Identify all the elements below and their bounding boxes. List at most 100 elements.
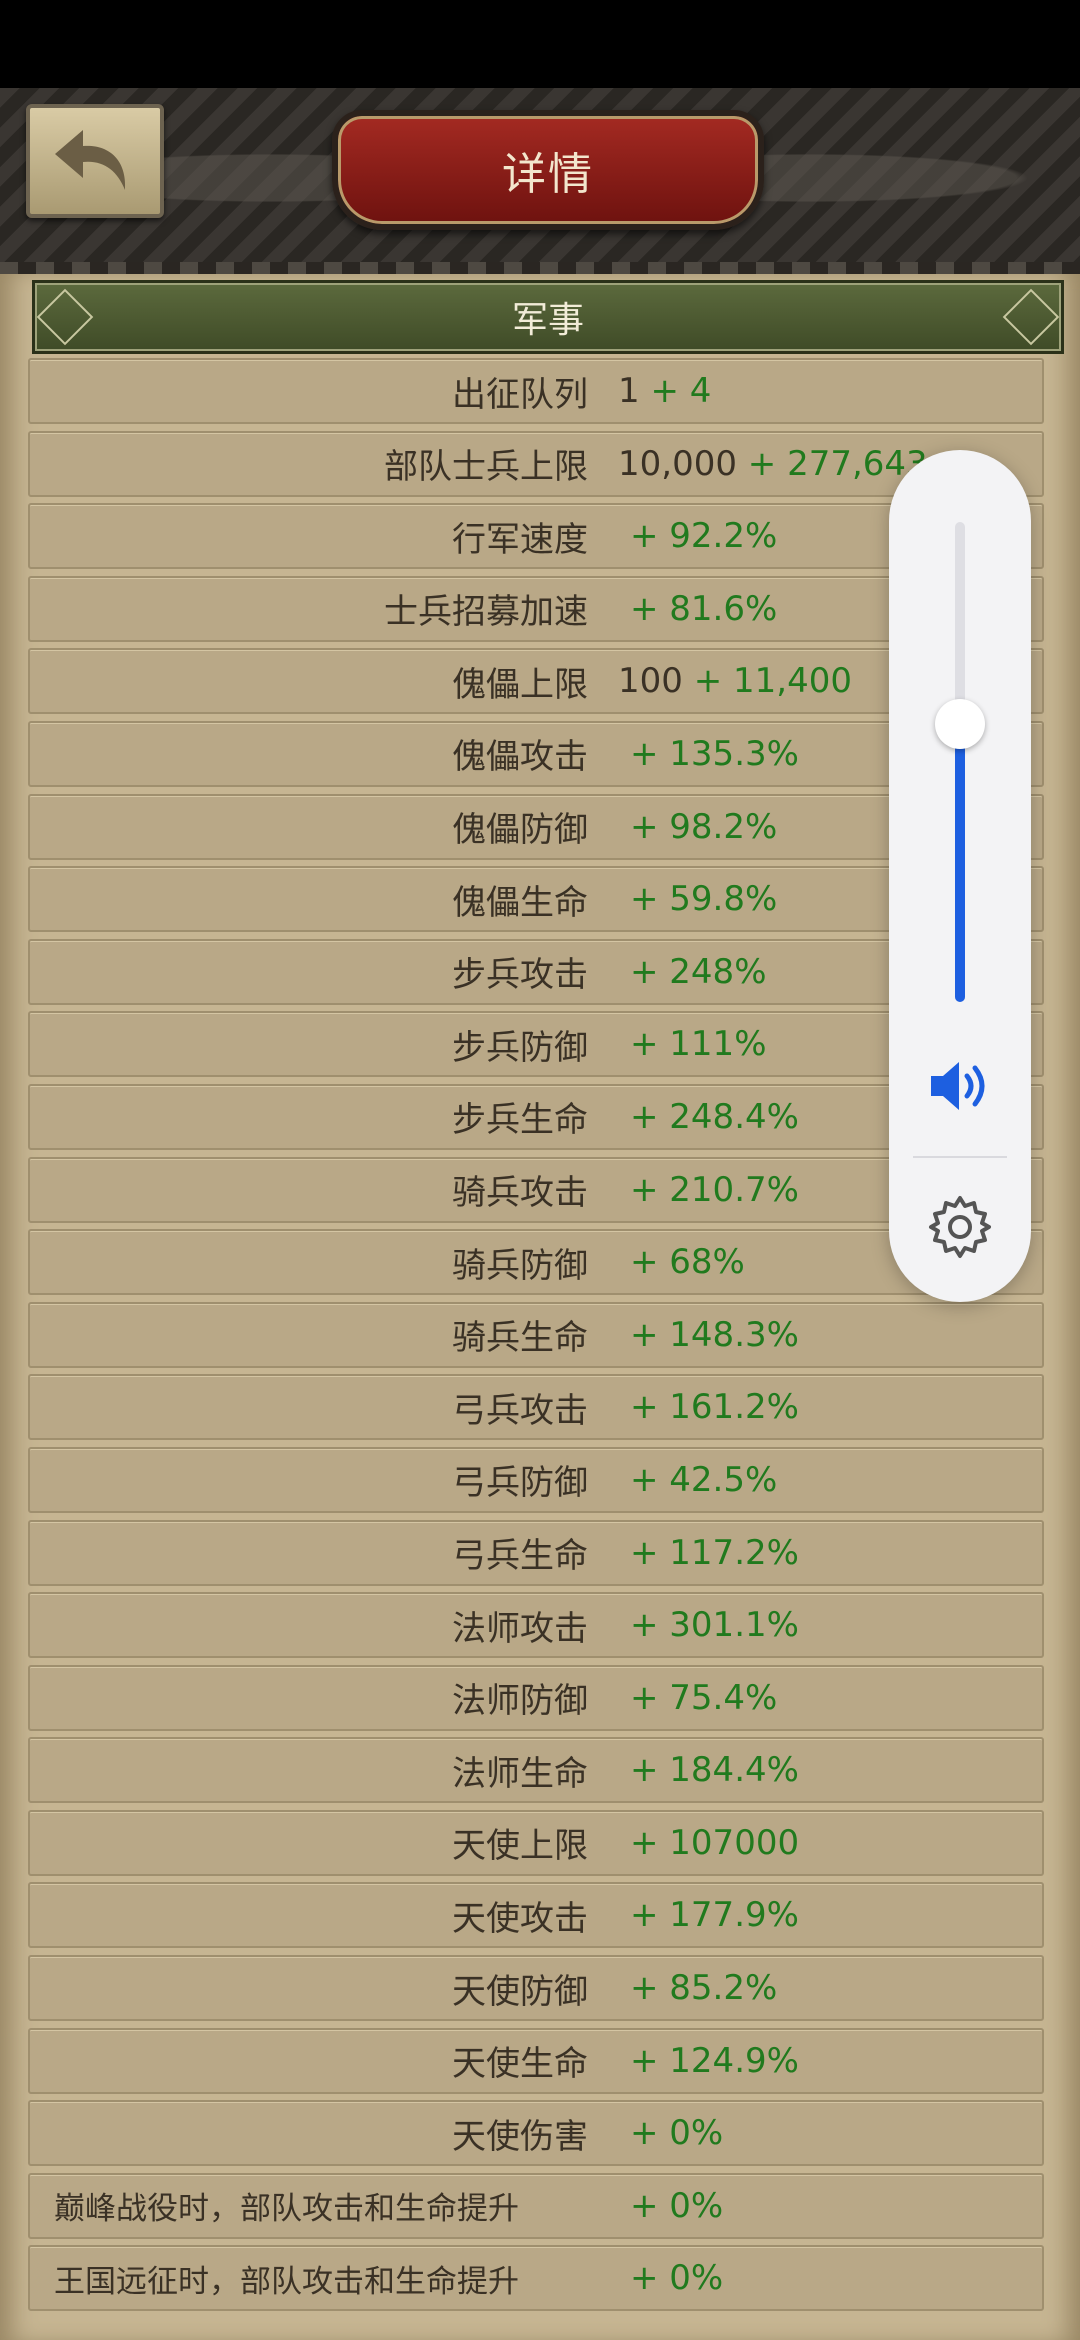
- stat-row: 出征队列 1 + 4: [28, 358, 1044, 424]
- stat-bonus-value: + 75.4%: [630, 1677, 778, 1718]
- stat-value: + 248.4%: [588, 1097, 799, 1137]
- stat-label: 傀儡攻击: [452, 737, 588, 778]
- stat-label: 步兵防御: [452, 1027, 588, 1068]
- stat-value: + 98.2%: [588, 807, 777, 847]
- stat-bonus-value: + 0%: [630, 2185, 724, 2226]
- volume-slider-handle[interactable]: [935, 698, 985, 749]
- stat-bonus-value: + 107000: [630, 1822, 800, 1863]
- stat-bonus-value: + 111%: [630, 1024, 767, 1065]
- stat-value: + 124.9%: [588, 2041, 799, 2081]
- stat-bonus-value: + 81.6%: [630, 588, 778, 629]
- stat-label: 出征队列: [452, 374, 588, 415]
- stat-label: 法师防御: [452, 1681, 588, 1722]
- stat-value: + 81.6%: [588, 589, 777, 629]
- stat-value: + 117.2%: [588, 1533, 799, 1573]
- stat-bonus-value: + 0%: [630, 2113, 724, 2154]
- stat-row: 部队士兵上限 10,000 + 277,643: [28, 430, 1044, 497]
- stat-row: 天使防御 + 85.2%: [28, 1955, 1044, 2022]
- stat-bonus-value: + 184.4%: [630, 1750, 799, 1791]
- stat-label: 巅峰战役时，部队攻击和生命提升: [54, 2191, 519, 2228]
- ornament-icon: [36, 288, 94, 346]
- divider: [913, 1156, 1007, 1158]
- stat-label: 傀儡防御: [452, 810, 588, 851]
- stat-value: + 301.1%: [588, 1605, 799, 1645]
- stat-label: 天使防御: [452, 1971, 588, 2012]
- stat-label: 步兵攻击: [452, 955, 588, 996]
- stat-row: 王国远征时，部队攻击和生命提升 + 0%: [28, 2245, 1044, 2312]
- stat-row: 天使伤害 + 0%: [28, 2100, 1044, 2167]
- stat-value: + 210.7%: [588, 1170, 799, 1210]
- stat-bonus-value: + 248.4%: [630, 1096, 799, 1137]
- stat-row: 弓兵攻击 + 161.2%: [28, 1374, 1044, 1441]
- stat-bonus-value: + 248%: [630, 951, 767, 992]
- stat-bonus-value: + 59.8%: [630, 879, 778, 920]
- stat-value: + 0%: [588, 2258, 723, 2298]
- section-header-military: 军事: [32, 280, 1064, 354]
- stat-value: 1 + 4: [588, 371, 711, 411]
- stat-bonus-value: + 42.5%: [630, 1459, 778, 1500]
- stat-row: 天使生命 + 124.9%: [28, 2027, 1044, 2094]
- stat-row: 法师攻击 + 301.1%: [28, 1592, 1044, 1659]
- stat-label: 法师生命: [452, 1753, 588, 1794]
- stat-row: 弓兵防御 + 42.5%: [28, 1446, 1044, 1513]
- volume-slider-fill: [955, 723, 965, 1002]
- stat-label: 天使上限: [452, 1826, 588, 1867]
- stat-label: 行军速度: [452, 519, 588, 560]
- stat-label: 士兵招募加速: [384, 592, 588, 633]
- section-title: 军事: [511, 300, 584, 341]
- stat-bonus-value: + 85.2%: [630, 1968, 778, 2009]
- page-title: 详情: [502, 149, 594, 200]
- stat-bonus-value: + 98.2%: [630, 806, 778, 847]
- stat-label: 天使伤害: [452, 2116, 588, 2157]
- stat-bonus-value: + 148.3%: [630, 1314, 799, 1355]
- stat-value: + 92.2%: [588, 516, 777, 556]
- stat-row: 天使攻击 + 177.9%: [28, 1882, 1044, 1949]
- stat-bonus-value: + 0%: [630, 2258, 724, 2299]
- stat-label: 天使生命: [452, 2044, 588, 2085]
- stat-value: + 177.9%: [588, 1895, 799, 1935]
- stat-row: 法师生命 + 184.4%: [28, 1737, 1044, 1804]
- stat-label: 弓兵生命: [452, 1536, 588, 1576]
- stat-row: 巅峰战役时，部队攻击和生命提升 + 0%: [28, 2172, 1044, 2239]
- stat-value: + 148.3%: [588, 1315, 799, 1355]
- stat-label: 弓兵防御: [452, 1463, 588, 1504]
- volume-control[interactable]: [889, 450, 1031, 1302]
- stat-value: + 59.8%: [588, 879, 777, 919]
- back-button[interactable]: [26, 104, 164, 218]
- stat-base-value: 10,000: [618, 443, 737, 484]
- stat-label: 天使攻击: [452, 1898, 588, 1939]
- stat-label: 弓兵攻击: [452, 1390, 588, 1431]
- top-bar: 详情: [0, 88, 1080, 278]
- stat-row: 法师防御 + 75.4%: [28, 1664, 1044, 1731]
- speaker-icon[interactable]: [927, 1058, 993, 1114]
- status-bar: [0, 0, 1080, 88]
- stat-bonus-value: + 11,400: [682, 661, 852, 702]
- stat-bonus-value: + 68%: [630, 1242, 745, 1283]
- stat-row: 天使上限 + 107000: [28, 1809, 1044, 1876]
- stat-value: + 75.4%: [588, 1678, 777, 1718]
- stat-value: + 42.5%: [588, 1460, 777, 1500]
- stat-row: 弓兵生命 + 117.2%: [28, 1519, 1044, 1586]
- stat-value: + 111%: [588, 1024, 767, 1064]
- gear-icon[interactable]: [927, 1194, 993, 1260]
- title-plaque: 详情: [332, 110, 764, 230]
- stat-base-value: 100: [618, 661, 683, 702]
- stat-value: + 135.3%: [588, 734, 799, 774]
- stat-bonus-value: + 277,643: [736, 443, 928, 484]
- stat-bonus-value: + 210.7%: [630, 1169, 799, 1210]
- stat-bonus-value: + 135.3%: [630, 733, 799, 774]
- stat-label: 骑兵生命: [452, 1318, 588, 1359]
- stat-bonus-value: + 92.2%: [630, 516, 778, 557]
- stat-label: 部队士兵上限: [384, 447, 588, 488]
- stat-value: + 184.4%: [588, 1750, 799, 1790]
- stat-label: 法师攻击: [452, 1608, 588, 1649]
- stat-bonus-value: + 177.9%: [630, 1895, 799, 1936]
- stat-row: 骑兵生命 + 148.3%: [28, 1301, 1044, 1368]
- stat-bonus-value: + 301.1%: [630, 1605, 799, 1646]
- stat-value: + 85.2%: [588, 1968, 777, 2008]
- stat-bonus-value: + 124.9%: [630, 2040, 799, 2081]
- stat-label: 骑兵防御: [452, 1245, 588, 1286]
- stat-value: 100 + 11,400: [588, 661, 852, 701]
- stat-label: 傀儡上限: [452, 664, 588, 705]
- stat-value: 10,000 + 277,643: [588, 444, 928, 484]
